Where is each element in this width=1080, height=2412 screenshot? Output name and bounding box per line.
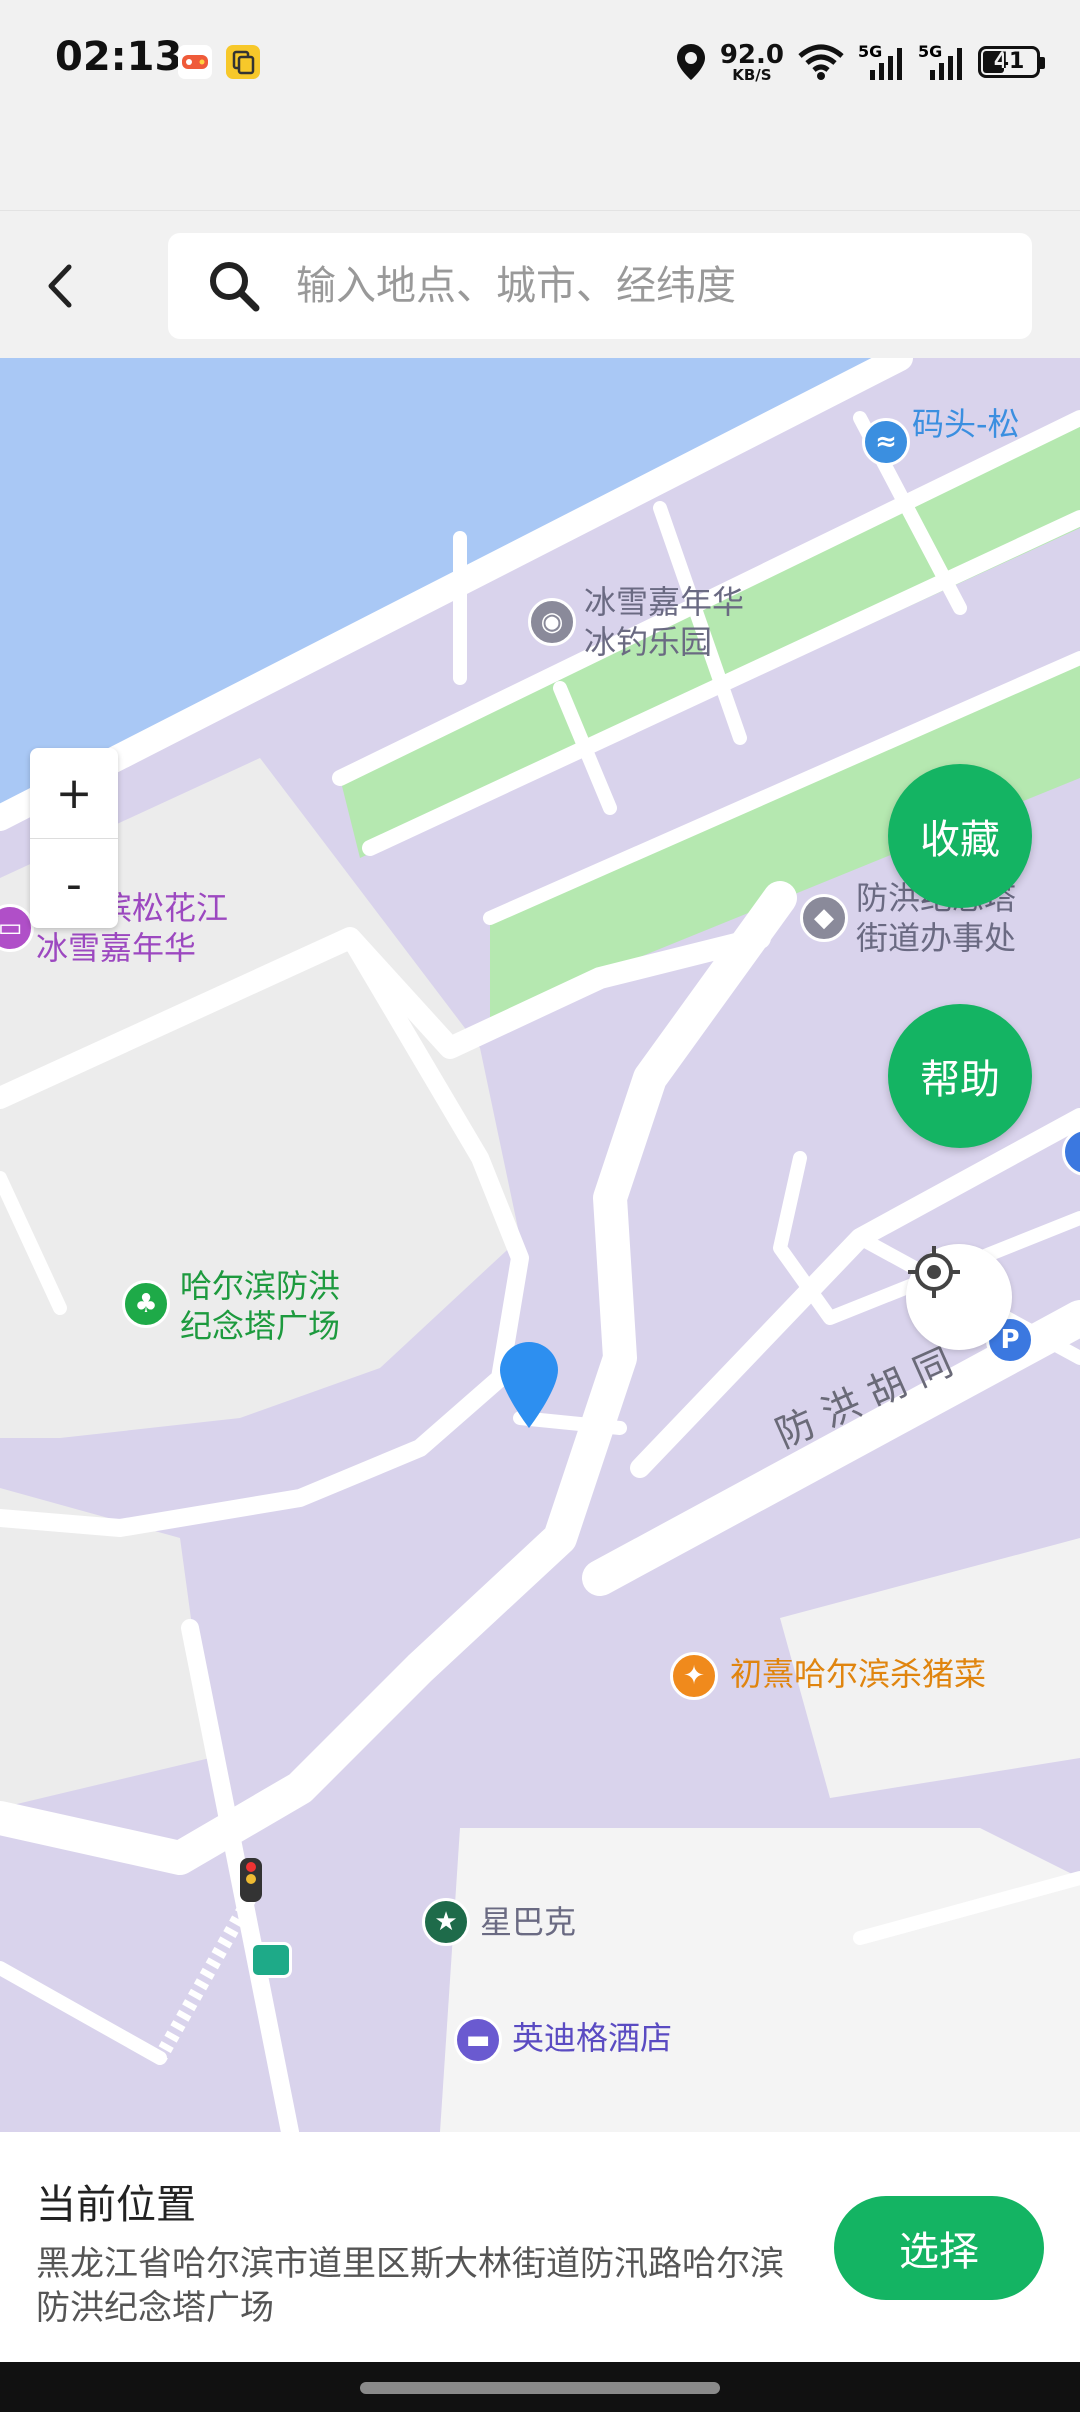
- location-icon: [676, 44, 705, 80]
- poi-pier[interactable]: 码头-松: [912, 404, 1020, 444]
- poi-ice-park[interactable]: 冰雪嘉年华 冰钓乐园: [584, 582, 744, 662]
- signal-icon: [870, 48, 902, 80]
- network-speed-value: 92.0: [719, 39, 784, 70]
- home-indicator[interactable]: [360, 2382, 720, 2394]
- signal-5g-2: 5G: [918, 42, 966, 82]
- current-location-panel: 当前位置 黑龙江省哈尔滨市道里区斯大林街道防汛路哈尔滨防洪纪念塔广场 选择: [0, 2132, 1080, 2362]
- poi-flood-square[interactable]: 哈尔滨防洪 纪念塔广场: [180, 1266, 340, 1346]
- search-header: [0, 210, 1080, 359]
- status-time: 02:13: [55, 34, 183, 80]
- battery-icon: 41: [978, 46, 1045, 78]
- battery-level: 41: [993, 49, 1025, 74]
- pier-icon[interactable]: ≈: [862, 418, 910, 466]
- map-view[interactable]: 防 洪 胡 同 ◉ 冰雪嘉年华 冰钓乐园 ≈ 码头-松 ▭ 哈尔滨松花江 冰雪嘉…: [0, 358, 1080, 2132]
- back-button[interactable]: [30, 251, 90, 321]
- zoom-in-button[interactable]: +: [30, 748, 118, 839]
- search-icon: [210, 262, 260, 312]
- bus-stop-icon[interactable]: [250, 1942, 292, 1978]
- help-button[interactable]: 帮助: [888, 1004, 1032, 1148]
- poi-hotel[interactable]: 英迪格酒店: [512, 2018, 672, 2058]
- signal-icon: [930, 48, 962, 80]
- location-pin-icon: [500, 1342, 558, 1428]
- zoom-out-button[interactable]: -: [30, 839, 118, 929]
- wifi-icon: [798, 44, 844, 80]
- poi-starbucks[interactable]: 星巴克: [480, 1902, 576, 1942]
- search-box[interactable]: [168, 233, 1032, 339]
- system-nav-bar: [0, 2362, 1080, 2412]
- status-bar: 02:13 92.0 KB/S 5G 5G 41: [0, 0, 1080, 125]
- copy-app-icon: [226, 45, 260, 79]
- restaurant-icon[interactable]: ✦: [670, 1652, 718, 1700]
- current-location-title: 当前位置: [36, 2182, 196, 2228]
- locate-button[interactable]: [906, 1244, 1012, 1350]
- traffic-light-icon: [240, 1858, 262, 1902]
- favorite-button[interactable]: 收藏: [888, 764, 1032, 908]
- select-button[interactable]: 选择: [834, 2196, 1044, 2300]
- police-icon[interactable]: ◆: [800, 894, 848, 942]
- game-app-icon: [178, 45, 212, 79]
- poi-restaurant[interactable]: 初熹哈尔滨杀猪菜: [730, 1654, 986, 1694]
- crosshair-icon: [908, 1246, 960, 1298]
- network-speed: 92.0 KB/S: [720, 42, 784, 83]
- search-input[interactable]: [294, 262, 998, 310]
- ice-park-icon[interactable]: ◉: [528, 598, 576, 646]
- signal-5g-1: 5G: [858, 42, 906, 82]
- current-location-address: 黑龙江省哈尔滨市道里区斯大林街道防汛路哈尔滨防洪纪念塔广场: [36, 2244, 784, 2328]
- network-speed-unit: KB/S: [732, 65, 772, 84]
- chevron-left-icon: [48, 264, 72, 308]
- starbucks-icon[interactable]: ★: [422, 1898, 470, 1946]
- hotel-icon[interactable]: ▬: [454, 2016, 502, 2064]
- park-icon[interactable]: ♣: [122, 1280, 170, 1328]
- status-indicators: 92.0 KB/S 5G 5G 41: [674, 32, 1045, 92]
- zoom-control: + -: [30, 748, 118, 928]
